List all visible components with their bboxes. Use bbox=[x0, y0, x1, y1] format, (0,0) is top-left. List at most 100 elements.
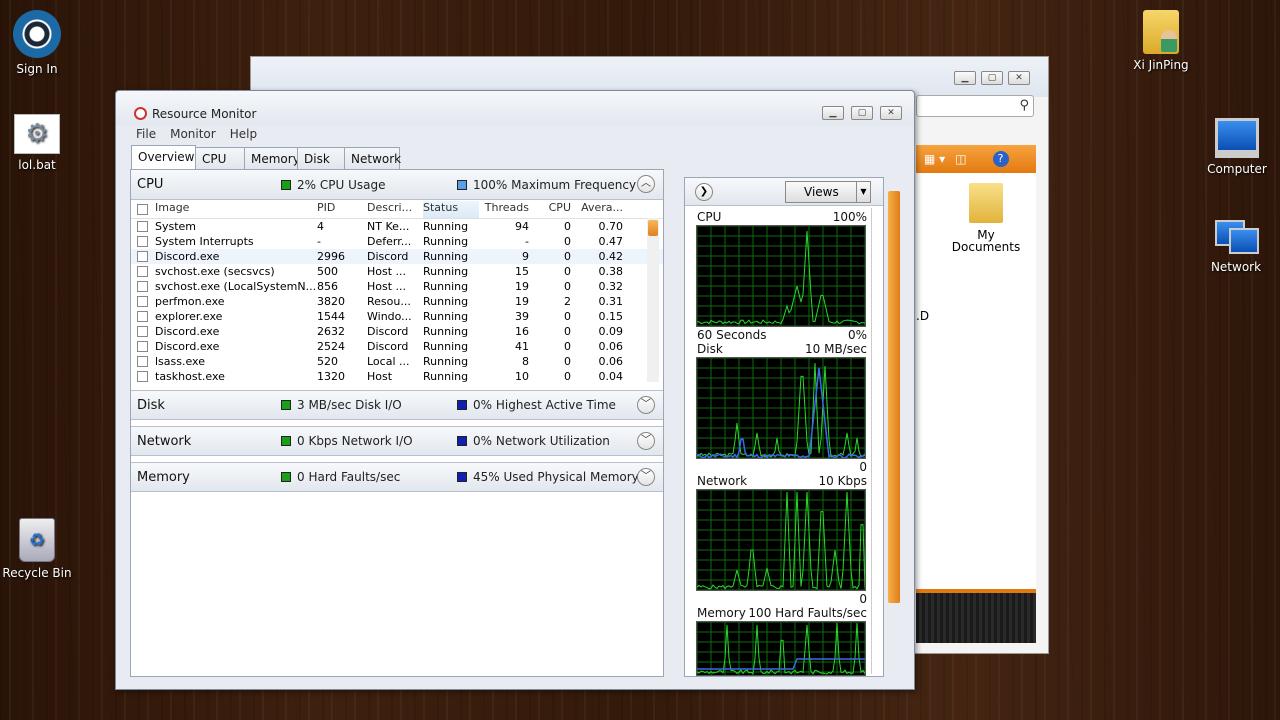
scroll-thumb[interactable] bbox=[888, 191, 900, 603]
maximize-button[interactable]: ▢ bbox=[851, 106, 873, 120]
window-scrollbar[interactable] bbox=[887, 191, 901, 603]
cpu-graph bbox=[696, 225, 866, 327]
row-checkbox[interactable] bbox=[136, 266, 148, 277]
expand-chevron-icon[interactable]: ﹀ bbox=[637, 396, 655, 414]
tab-disk[interactable]: Disk bbox=[297, 147, 345, 169]
menu-monitor[interactable]: Monitor bbox=[170, 127, 216, 141]
process-description: Host ... bbox=[367, 280, 407, 293]
process-cpu: 0 bbox=[564, 355, 571, 368]
column-description[interactable]: Descri... bbox=[367, 201, 423, 218]
select-all-checkbox[interactable] bbox=[136, 204, 148, 215]
minimize-button[interactable]: ▁ bbox=[822, 106, 844, 120]
graphs-scrollbar[interactable] bbox=[871, 208, 879, 674]
window-titlebar[interactable]: Resource Monitor ▁ ▢ ✕ bbox=[116, 91, 914, 125]
column-threads[interactable]: Threads bbox=[479, 201, 529, 218]
bg-maximize-button[interactable]: ▢ bbox=[981, 71, 1003, 85]
table-scrollbar[interactable] bbox=[647, 218, 659, 382]
row-checkbox[interactable] bbox=[136, 281, 148, 292]
bg-file-area: My Documents .D bbox=[916, 173, 1036, 589]
table-row[interactable]: explorer.exe 1544 Windo... Running 39 0 0.15 bbox=[131, 309, 663, 324]
row-checkbox[interactable] bbox=[136, 221, 148, 232]
process-threads: 39 bbox=[515, 310, 529, 323]
close-button[interactable]: ✕ bbox=[880, 106, 902, 120]
table-row[interactable]: taskhost.exe 1320 Host Running 10 0 0.04 bbox=[131, 369, 663, 384]
row-checkbox[interactable] bbox=[136, 356, 148, 367]
desktop-icon-sign-in[interactable]: Sign In bbox=[0, 10, 77, 76]
tab-memory[interactable]: Memory bbox=[244, 147, 300, 169]
row-checkbox[interactable] bbox=[136, 296, 148, 307]
row-checkbox[interactable] bbox=[136, 236, 148, 247]
view-grid-icon[interactable]: ▦ ▾ bbox=[924, 152, 945, 166]
row-checkbox[interactable] bbox=[136, 341, 148, 352]
my-documents-item[interactable]: My Documents bbox=[946, 183, 1026, 253]
expand-chevron-icon[interactable]: ﹀ bbox=[637, 468, 655, 486]
table-row[interactable]: perfmon.exe 3820 Resou... Running 19 2 0.31 bbox=[131, 294, 663, 309]
graph-max: 10 MB/sec bbox=[805, 342, 867, 356]
expand-chevron-icon[interactable]: ﹀ bbox=[637, 432, 655, 450]
tab-cpu[interactable]: CPU bbox=[195, 147, 245, 169]
process-average-cpu: 0.15 bbox=[598, 310, 624, 323]
stat-text: 0% Highest Active Time bbox=[473, 398, 616, 412]
column-image[interactable]: Image bbox=[153, 201, 317, 218]
desktop-icon-computer[interactable]: Computer bbox=[1197, 118, 1277, 176]
row-checkbox[interactable] bbox=[136, 311, 148, 322]
disk-graph-footer: 0 bbox=[697, 460, 867, 474]
legend-swatch bbox=[457, 436, 467, 446]
pane-splitter[interactable] bbox=[664, 169, 684, 677]
scroll-thumb[interactable] bbox=[648, 220, 658, 236]
preview-pane-icon[interactable]: ◫ bbox=[955, 152, 966, 166]
table-row[interactable]: Discord.exe 2632 Discord Running 16 0 0.09 bbox=[131, 324, 663, 339]
row-checkbox[interactable] bbox=[136, 326, 148, 337]
bg-search-input[interactable]: ⚲ bbox=[916, 95, 1034, 117]
process-status: Running bbox=[423, 355, 469, 368]
desktop-icon-lol-bat[interactable]: ⚙ lol.bat bbox=[0, 114, 77, 172]
process-average-cpu: 0.06 bbox=[598, 340, 624, 353]
disk-graph bbox=[696, 357, 866, 459]
table-row[interactable]: svchost.exe (LocalSystemN... 856 Host ... R… bbox=[131, 279, 663, 294]
process-cpu: 0 bbox=[564, 280, 571, 293]
bg-minimize-button[interactable]: ▁ bbox=[954, 71, 976, 85]
memory-section-header[interactable]: Memory 0 Hard Faults/sec 45% Used Physic… bbox=[131, 462, 663, 492]
process-average-cpu: 0.47 bbox=[598, 235, 624, 248]
column-status[interactable]: Status bbox=[423, 201, 479, 218]
desktop-icon-user-folder[interactable]: Xi JinPing bbox=[1121, 10, 1201, 72]
column-cpu[interactable]: CPU bbox=[529, 201, 571, 218]
network-section-header[interactable]: Network 0 Kbps Network I/O 0% Network Ut… bbox=[131, 426, 663, 456]
table-row[interactable]: System Interrupts - Deferr... Running - 0 0.47 bbox=[131, 234, 663, 249]
collapse-pane-arrow-icon[interactable]: ❯ bbox=[695, 183, 713, 201]
legend-swatch bbox=[281, 400, 291, 410]
process-status: Running bbox=[423, 340, 469, 353]
collapse-chevron-icon[interactable]: ︿ bbox=[637, 175, 655, 193]
table-row[interactable]: svchost.exe (secsvcs) 500 Host ... Running 1… bbox=[131, 264, 663, 279]
process-cpu: 0 bbox=[564, 310, 571, 323]
cpu-section-header[interactable]: CPU 2% CPU Usage 100% Maximum Frequency … bbox=[131, 170, 663, 200]
disk-section-header[interactable]: Disk 3 MB/sec Disk I/O 0% Highest Active… bbox=[131, 390, 663, 420]
process-pid: 500 bbox=[317, 265, 338, 278]
desktop-icon-network[interactable]: Network bbox=[1196, 216, 1276, 274]
process-pid: - bbox=[317, 235, 321, 248]
views-dropdown[interactable]: Views ▼ bbox=[785, 181, 871, 203]
process-cpu: 2 bbox=[564, 295, 571, 308]
menu-file[interactable]: File bbox=[136, 127, 156, 141]
tab-network[interactable]: Network bbox=[344, 147, 401, 169]
table-row[interactable]: lsass.exe 520 Local ... Running 8 0 0.06 bbox=[131, 354, 663, 369]
resource-monitor-icon bbox=[134, 107, 147, 120]
legend-swatch bbox=[457, 179, 467, 190]
table-row[interactable]: System 4 NT Ke... Running 94 0 0.70 bbox=[131, 219, 663, 234]
tab-overview[interactable]: Overview bbox=[131, 145, 196, 169]
process-status: Running bbox=[423, 250, 469, 263]
resource-monitor-window[interactable]: Resource Monitor ▁ ▢ ✕ File Monitor Help… bbox=[115, 90, 915, 690]
table-row[interactable]: Discord.exe 2996 Discord Running 9 0 0.42 bbox=[131, 249, 663, 264]
column-pid[interactable]: PID bbox=[317, 201, 367, 218]
help-icon[interactable]: ? bbox=[992, 151, 1009, 167]
desktop-icon-recycle-bin[interactable]: ♻ Recycle Bin bbox=[0, 518, 77, 580]
process-threads: 9 bbox=[522, 250, 529, 263]
row-checkbox[interactable] bbox=[136, 371, 148, 382]
table-row[interactable]: Discord.exe 2524 Discord Running 41 0 0.06 bbox=[131, 339, 663, 354]
bg-toolbar: ▦ ▾ ◫ ? bbox=[916, 145, 1036, 173]
menu-help[interactable]: Help bbox=[230, 127, 257, 141]
bg-close-button[interactable]: ✕ bbox=[1008, 71, 1030, 85]
column-average[interactable]: Avera... bbox=[571, 201, 627, 218]
row-checkbox[interactable] bbox=[136, 251, 148, 262]
process-average-cpu: 0.32 bbox=[598, 280, 624, 293]
